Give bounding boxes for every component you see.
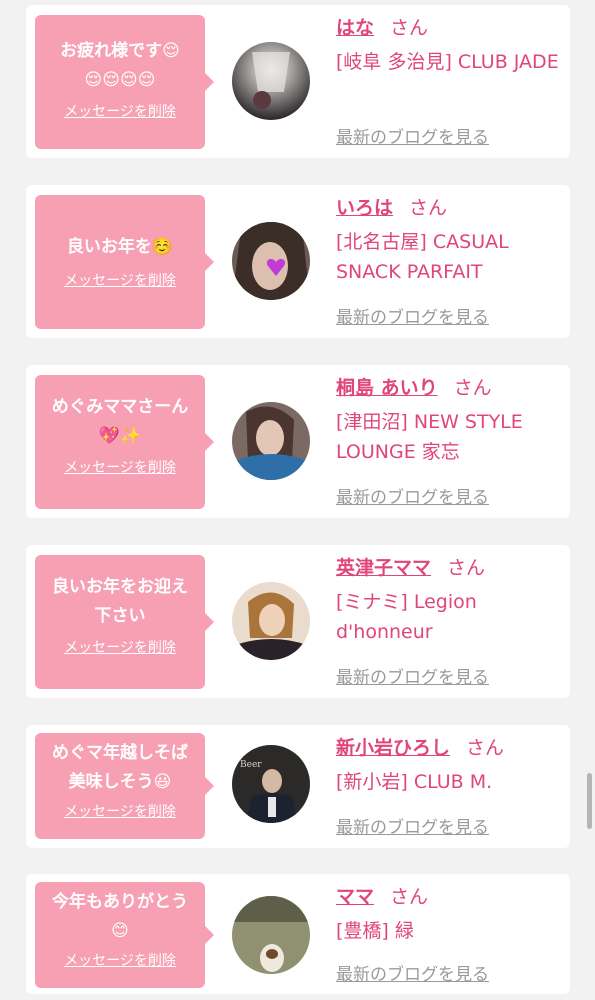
message-text: お疲れ様です😌 😌😌😌😌 (60, 41, 180, 90)
delete-message-link[interactable]: メッセージを削除 (64, 950, 176, 970)
sender-info: 桐島 あいり さん [津田沼] NEW STYLE LOUNGE 家忘 (336, 375, 561, 467)
message-bubble: 良いお年を☺️ メッセージを削除 (35, 195, 214, 329)
delete-message-link[interactable]: メッセージを削除 (64, 101, 176, 121)
message-card: 良いお年を☺️ メッセージを削除 いろは さん [北名古屋] CASUAL SNA… (26, 185, 570, 338)
message-bubble: めぐみママさーん 💖✨ メッセージを削除 (35, 375, 214, 509)
avatar[interactable] (232, 222, 310, 300)
message-text: 良いお年を☺️ (66, 237, 174, 257)
shop-name: [ミナミ] Legion d'honneur (336, 591, 477, 643)
honorific: さん (447, 557, 486, 579)
sender-name[interactable]: はな (336, 17, 374, 39)
avatar-image (232, 42, 310, 120)
shop-name: [岐阜 多治見] CLUB JADE (336, 51, 559, 73)
avatar[interactable] (232, 42, 310, 120)
latest-blog-link[interactable]: 最新のブログを見る (336, 483, 489, 508)
message-text: 良いお年をお迎え 下さい (52, 577, 188, 626)
shop-name: [北名古屋] CASUAL SNACK PARFAIT (336, 231, 509, 283)
message-card: お疲れ様です😌 😌😌😌😌 メッセージを削除 はな さん [岐阜 多治見] CLUB… (26, 5, 570, 158)
sender-name[interactable]: 桐島 あいり (336, 377, 438, 399)
message-bubble: お疲れ様です😌 😌😌😌😌 メッセージを削除 (35, 15, 214, 149)
delete-message-link[interactable]: メッセージを削除 (64, 637, 176, 657)
sender-name[interactable]: 英津子ママ (336, 557, 431, 579)
scrollbar[interactable] (587, 773, 592, 829)
avatar-image: Beer (232, 745, 310, 823)
sender-name[interactable]: いろは (336, 197, 393, 219)
latest-blog-link[interactable]: 最新のブログを見る (336, 663, 489, 688)
sender-info: いろは さん [北名古屋] CASUAL SNACK PARFAIT (336, 195, 561, 287)
honorific: さん (466, 737, 505, 759)
message-card: めぐマ年越しそば 美味しそう😃 メッセージを削除 Beer 新小岩ひろし さん [… (26, 725, 570, 848)
message-card: 今年もありがとう 😊 メッセージを削除 ママ さん [豊橋] 緑 最新のブログを見… (26, 874, 570, 994)
sender-info: 新小岩ひろし さん [新小岩] CLUB M. (336, 735, 561, 797)
delete-message-link[interactable]: メッセージを削除 (64, 270, 176, 290)
message-bubble: 今年もありがとう 😊 メッセージを削除 (35, 882, 214, 988)
latest-blog-link[interactable]: 最新のブログを見る (336, 303, 489, 328)
message-bubble: めぐマ年越しそば 美味しそう😃 メッセージを削除 (35, 733, 214, 839)
sender-name[interactable]: ママ (336, 886, 374, 908)
message-card: めぐみママさーん 💖✨ メッセージを削除 桐島 あいり さん [津田沼] NEW … (26, 365, 570, 518)
avatar-image (232, 582, 310, 660)
avatar-image (232, 896, 310, 974)
shop-name: [新小岩] CLUB M. (336, 771, 493, 793)
honorific: さん (390, 886, 429, 908)
avatar[interactable] (232, 582, 310, 660)
message-bubble: 良いお年をお迎え 下さい メッセージを削除 (35, 555, 214, 689)
avatar-image (232, 222, 310, 300)
sender-name[interactable]: 新小岩ひろし (336, 737, 450, 759)
avatar[interactable] (232, 896, 310, 974)
honorific: さん (409, 197, 448, 219)
shop-name: [津田沼] NEW STYLE LOUNGE 家忘 (336, 411, 523, 463)
latest-blog-link[interactable]: 最新のブログを見る (336, 813, 489, 838)
avatar-image (232, 402, 310, 480)
message-card: 良いお年をお迎え 下さい メッセージを削除 英津子ママ さん [ミナミ] Legi… (26, 545, 570, 698)
message-text: 今年もありがとう 😊 (52, 892, 188, 941)
delete-message-link[interactable]: メッセージを削除 (64, 457, 176, 477)
sender-info: はな さん [岐阜 多治見] CLUB JADE (336, 15, 561, 77)
latest-blog-link[interactable]: 最新のブログを見る (336, 123, 489, 148)
delete-message-link[interactable]: メッセージを削除 (64, 801, 176, 821)
sender-info: 英津子ママ さん [ミナミ] Legion d'honneur (336, 555, 561, 647)
honorific: さん (453, 377, 492, 399)
svg-text:Beer: Beer (240, 760, 262, 770)
latest-blog-link[interactable]: 最新のブログを見る (336, 960, 489, 985)
honorific: さん (390, 17, 429, 39)
sender-info: ママ さん [豊橋] 緑 (336, 884, 561, 946)
message-text: めぐマ年越しそば 美味しそう😃 (52, 743, 188, 792)
shop-name: [豊橋] 緑 (336, 920, 414, 942)
avatar[interactable]: Beer (232, 745, 310, 823)
avatar[interactable] (232, 402, 310, 480)
message-text: めぐみママさーん 💖✨ (51, 397, 189, 446)
